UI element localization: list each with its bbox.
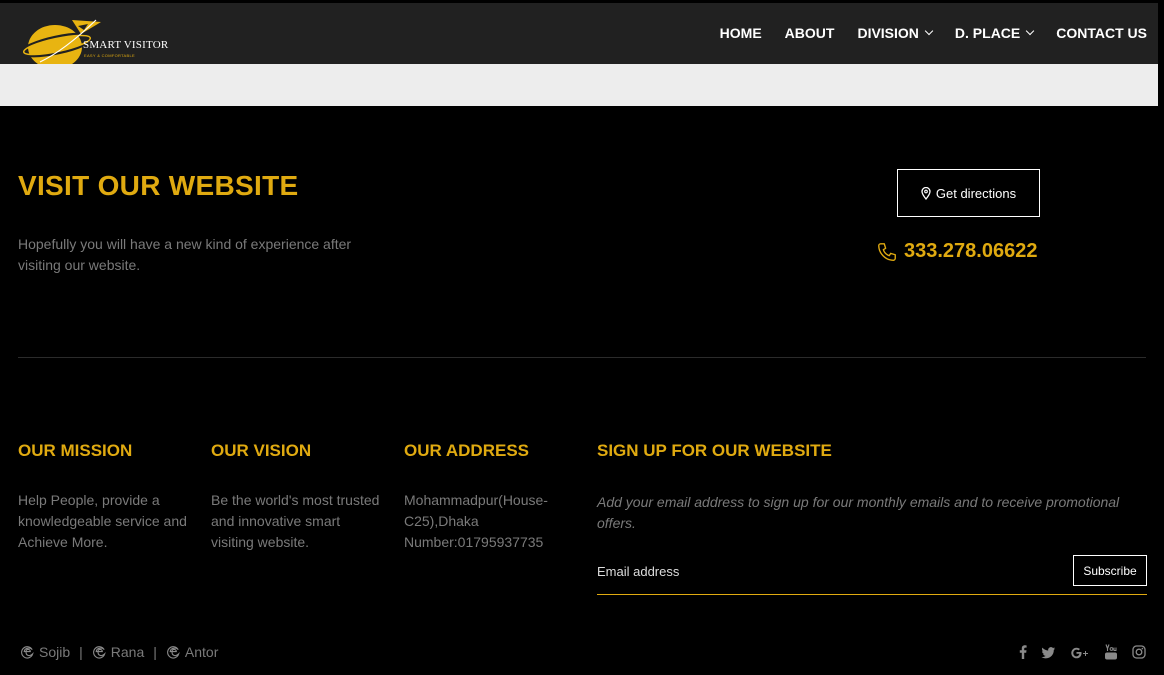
credit-item[interactable]: Antor bbox=[166, 644, 218, 660]
nav-division[interactable]: DIVISION bbox=[857, 25, 934, 41]
main-nav: HOME ABOUT DIVISION D. PLACE CONTACT US bbox=[697, 25, 1147, 41]
chevron-down-icon bbox=[1026, 26, 1035, 36]
phone-number-text: 333.278.06622 bbox=[904, 240, 1038, 262]
nav-d-place[interactable]: D. PLACE bbox=[954, 25, 1035, 41]
subscribe-button[interactable]: Subscribe bbox=[1073, 555, 1147, 586]
credit-item[interactable]: Rana bbox=[92, 644, 144, 660]
facebook-icon[interactable] bbox=[1019, 645, 1027, 662]
visit-description: Hopefully you will have a new kind of ex… bbox=[18, 236, 352, 273]
vision-title: OUR VISION bbox=[211, 441, 312, 460]
nav-contact-label: CONTACT US bbox=[1056, 25, 1147, 41]
address-line-2: C25),Dhaka bbox=[404, 513, 479, 529]
header-spacer-band bbox=[0, 64, 1158, 106]
credits: Sojib | Rana | Antor bbox=[20, 644, 218, 660]
address-text: Mohammadpur(House- C25),Dhaka Number:017… bbox=[404, 490, 584, 553]
address-title: OUR ADDRESS bbox=[404, 441, 529, 460]
brand-tagline: EASY & COMFORTABLE bbox=[84, 53, 135, 58]
credit-name: Rana bbox=[110, 644, 145, 660]
address-line-1: Mohammadpur(House- bbox=[404, 492, 548, 508]
nav-about-label: ABOUT bbox=[784, 25, 835, 41]
get-directions-button[interactable]: Get directions bbox=[897, 169, 1040, 217]
nav-home-label: HOME bbox=[719, 25, 762, 41]
brand-name: SMART VISITOR bbox=[83, 39, 169, 51]
edge-browser-icon bbox=[21, 645, 34, 659]
phone-icon bbox=[878, 242, 896, 261]
signup-title: SIGN UP FOR OUR WEBSITE bbox=[597, 441, 832, 460]
map-pin-icon bbox=[921, 186, 931, 200]
mission-title: OUR MISSION bbox=[18, 441, 133, 460]
credit-name: Antor bbox=[184, 644, 219, 660]
edge-browser-icon bbox=[92, 645, 106, 659]
chevron-down-icon bbox=[924, 26, 934, 36]
nav-contact-us[interactable]: CONTACT US bbox=[1056, 25, 1147, 41]
nav-division-label: DIVISION bbox=[857, 25, 919, 41]
section-divider bbox=[18, 357, 1146, 358]
instagram-icon[interactable] bbox=[1132, 645, 1146, 662]
twitter-icon[interactable] bbox=[1041, 646, 1056, 662]
address-line-3: Number:01795937735 bbox=[404, 534, 544, 550]
planet-logo-icon bbox=[20, 19, 101, 69]
vision-text: Be the world's most trusted and innovati… bbox=[211, 492, 380, 550]
google-plus-icon[interactable] bbox=[1070, 646, 1090, 662]
email-input[interactable] bbox=[597, 555, 1067, 587]
edge-browser-icon bbox=[166, 645, 180, 659]
social-links bbox=[1019, 644, 1146, 663]
credit-name: Sojib bbox=[39, 644, 71, 660]
credit-separator: | bbox=[79, 644, 83, 660]
page: SMART VISITOR EASY & COMFORTABLE HOME AB… bbox=[0, 0, 1164, 675]
mission-text: Help People, provide a knowledgeable ser… bbox=[18, 492, 187, 550]
nav-about[interactable]: ABOUT bbox=[785, 25, 835, 41]
logo[interactable]: SMART VISITOR EASY & COMFORTABLE bbox=[20, 6, 180, 69]
visit-title: VISIT OUR WEBSITE bbox=[18, 170, 299, 201]
youtube-icon[interactable] bbox=[1104, 644, 1118, 663]
signup-description: Add your email address to sign up for ou… bbox=[597, 494, 1120, 531]
signup-form: Subscribe bbox=[597, 555, 1147, 595]
nav-home[interactable]: HOME bbox=[720, 25, 762, 41]
credit-item[interactable]: Sojib bbox=[20, 644, 70, 660]
navbar: SMART VISITOR EASY & COMFORTABLE HOME AB… bbox=[0, 3, 1158, 69]
credit-separator: | bbox=[153, 644, 157, 660]
phone-number[interactable]: 333.278.06622 bbox=[876, 240, 1037, 263]
nav-d-place-label: D. PLACE bbox=[954, 25, 1021, 41]
get-directions-label: Get directions bbox=[935, 185, 1017, 201]
